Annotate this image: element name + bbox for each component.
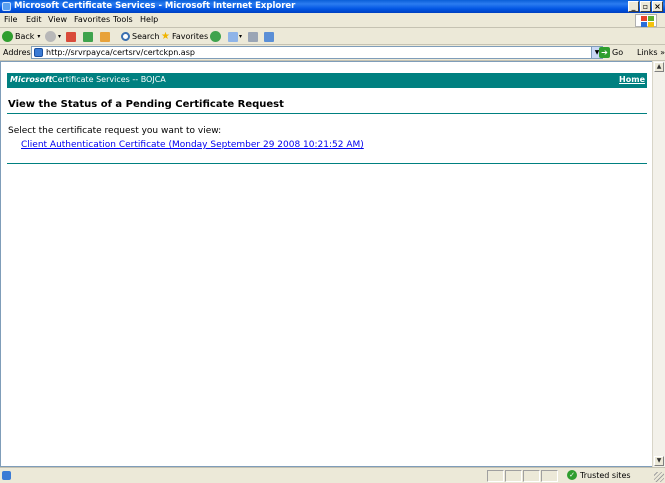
address-bar: Address http://srvrpayca/certsrv/certckp… <box>0 45 665 61</box>
links-button[interactable]: Links » <box>637 48 665 57</box>
back-button[interactable]: Back ▾ <box>2 30 40 43</box>
page-status-icon <box>2 471 11 480</box>
standard-toolbar: Back ▾ ▾ Search ★ Favorites ▾ <box>0 28 665 45</box>
home-button[interactable] <box>100 30 110 43</box>
mail-icon <box>228 31 238 42</box>
status-panel <box>541 470 558 482</box>
menu-view[interactable]: View <box>48 15 67 24</box>
scroll-down-button[interactable]: ▼ <box>654 456 664 466</box>
windows-logo-icon <box>635 14 657 27</box>
ie-app-icon <box>2 2 11 11</box>
content-divider <box>7 163 647 164</box>
vertical-scrollbar[interactable]: ▲ ▼ <box>652 61 665 467</box>
menu-tools[interactable]: Tools <box>113 15 133 24</box>
security-zone[interactable]: ✓ Trusted sites <box>567 470 631 480</box>
stop-icon <box>66 31 76 42</box>
menu-file[interactable]: File <box>4 15 17 24</box>
home-link[interactable]: Home <box>619 75 645 84</box>
trusted-sites-icon: ✓ <box>567 470 577 480</box>
status-bar: ✓ Trusted sites <box>0 467 665 483</box>
search-icon <box>121 32 130 41</box>
address-url[interactable]: http://srvrpayca/certsrv/certckpn.asp <box>46 48 195 57</box>
forward-button[interactable]: ▾ <box>45 30 61 43</box>
status-panel <box>523 470 540 482</box>
history-button[interactable] <box>210 30 223 43</box>
status-panel <box>505 470 522 482</box>
links-label: Links <box>637 48 658 57</box>
heading-divider <box>7 113 647 114</box>
favorites-label: Favorites <box>171 32 209 41</box>
resize-grip[interactable] <box>654 472 664 482</box>
banner-brand: Microsoft <box>10 75 53 84</box>
menu-bar: File Edit View Favorites Tools Help <box>0 13 665 28</box>
window-title: Microsoft Certificate Services - Microso… <box>14 1 296 11</box>
instruction-text: Select the certificate request you want … <box>8 126 222 136</box>
zone-label: Trusted sites <box>580 470 631 480</box>
close-button[interactable]: × <box>652 1 663 12</box>
page-content: Microsoft Certificate Services -- BOJCA … <box>0 61 652 467</box>
menu-favorites[interactable]: Favorites <box>74 15 110 24</box>
print-button[interactable] <box>248 30 258 43</box>
title-bar[interactable]: Microsoft Certificate Services - Microso… <box>0 0 665 13</box>
mail-button[interactable]: ▾ <box>228 30 242 43</box>
forward-arrow-icon <box>45 31 56 42</box>
home-icon <box>100 31 110 42</box>
forward-dropdown-icon: ▾ <box>58 33 62 40</box>
page-icon <box>34 48 43 57</box>
banner-text: Certificate Services -- BOJCA <box>52 75 166 84</box>
refresh-icon <box>83 31 93 42</box>
menu-help[interactable]: Help <box>140 15 158 24</box>
edit-page-icon <box>264 31 274 42</box>
minimize-button[interactable]: _ <box>628 1 639 12</box>
maximize-button[interactable]: ▫ <box>640 1 651 12</box>
edit-button[interactable] <box>264 30 274 43</box>
certificate-request-link[interactable]: Client Authentication Certificate (Monda… <box>21 140 364 150</box>
back-label: Back <box>15 32 35 41</box>
favorites-button[interactable]: ★ Favorites <box>161 30 208 43</box>
go-button[interactable]: ➔ Go <box>599 47 623 58</box>
scroll-up-button[interactable]: ▲ <box>654 62 664 72</box>
certsrv-banner: Microsoft Certificate Services -- BOJCA … <box>7 73 647 88</box>
refresh-button[interactable] <box>83 30 93 43</box>
go-label: Go <box>612 48 624 57</box>
page-title: View the Status of a Pending Certificate… <box>8 99 284 110</box>
stop-button[interactable] <box>66 30 76 43</box>
print-icon <box>248 31 258 42</box>
search-label: Search <box>132 32 160 41</box>
mail-dropdown-icon: ▾ <box>239 33 243 40</box>
address-input[interactable]: http://srvrpayca/certsrv/certckpn.asp ▼ <box>31 46 603 59</box>
menu-edit[interactable]: Edit <box>26 15 42 24</box>
go-arrow-icon: ➔ <box>599 47 610 58</box>
back-arrow-icon <box>2 31 13 42</box>
favorites-star-icon: ★ <box>161 31 170 42</box>
history-icon <box>210 31 221 42</box>
window-controls: _ ▫ × <box>628 1 663 12</box>
search-button[interactable]: Search <box>121 30 159 43</box>
status-panel <box>487 470 504 482</box>
back-dropdown-icon: ▾ <box>37 33 41 40</box>
